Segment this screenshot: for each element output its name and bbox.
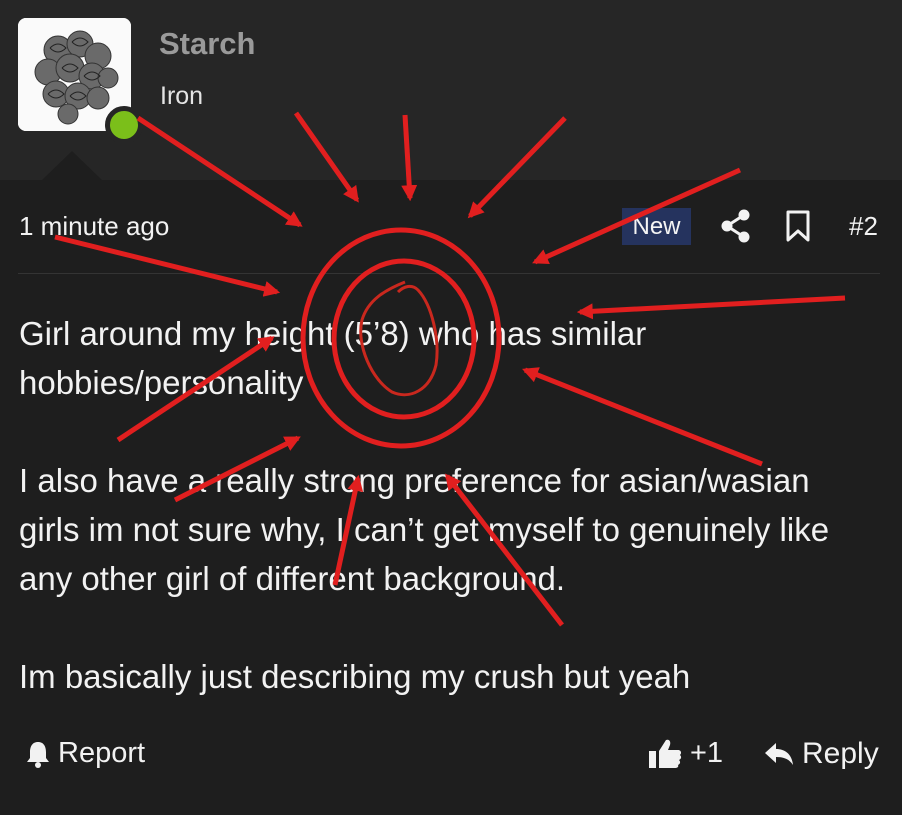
report-label: Report — [58, 737, 146, 769]
new-badge: New — [622, 208, 691, 245]
post-body: Girl around my height (5’8) who has simi… — [19, 309, 879, 750]
like-button[interactable]: +1 — [648, 737, 723, 770]
post-paragraph: I also have a really strong preference f… — [19, 462, 830, 597]
header-divider — [18, 273, 880, 274]
reply-arrow-icon — [765, 743, 793, 765]
avatar[interactable] — [18, 18, 143, 144]
post-paragraph: Girl around my height (5’8) who has simi… — [19, 315, 647, 401]
bell-icon — [27, 741, 49, 768]
reply-label: Reply — [802, 737, 879, 770]
author-username[interactable]: Starch — [159, 26, 255, 62]
report-button[interactable]: Report — [24, 737, 145, 770]
post-header: Starch Iron — [0, 0, 902, 180]
post-number[interactable]: #2 — [849, 211, 878, 242]
online-status-dot — [105, 106, 143, 144]
post-timestamp: 1 minute ago — [19, 211, 170, 241]
header-notch — [42, 151, 102, 180]
like-count: +1 — [690, 737, 724, 769]
share-icon[interactable] — [720, 209, 752, 243]
author-rank: Iron — [160, 82, 204, 110]
post-paragraph: Im basically just describing my crush bu… — [19, 658, 691, 695]
thumbs-up-icon — [649, 739, 682, 768]
bookmark-icon[interactable] — [786, 210, 810, 242]
reply-button[interactable]: Reply — [764, 737, 879, 771]
